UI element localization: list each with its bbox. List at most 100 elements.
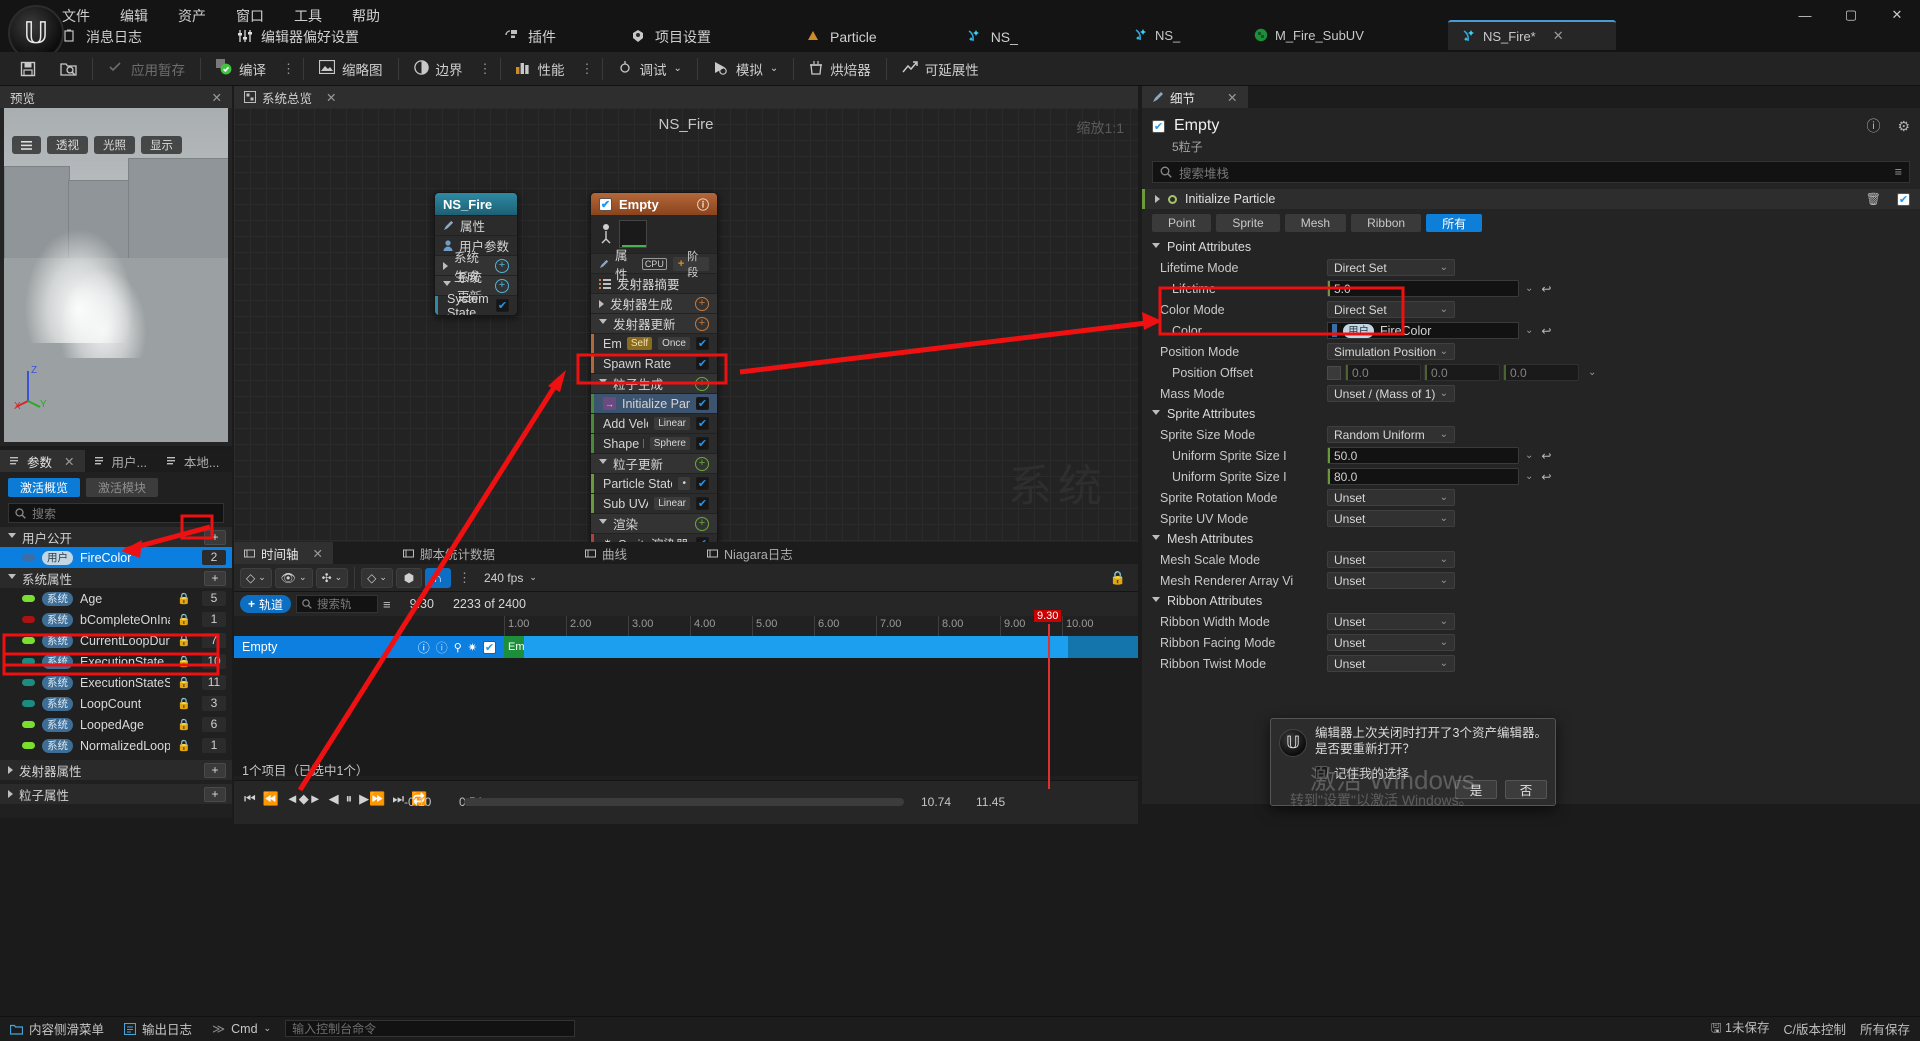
- property-select[interactable]: Simulation Position ⌄: [1327, 343, 1455, 360]
- graph-close-icon[interactable]: ✕: [326, 90, 336, 105]
- asset-tab-close-icon[interactable]: ✕: [1553, 28, 1564, 44]
- property-select[interactable]: Unset ⌄: [1327, 655, 1455, 672]
- emitter-node-row[interactable]: 发射器更新 +: [591, 313, 717, 333]
- details-object-checkbox[interactable]: ✔: [1152, 119, 1165, 133]
- details-filter-icon[interactable]: ≡: [1895, 165, 1902, 179]
- details-property-row[interactable]: Lifetime Mode Direct Set ⌄: [1142, 257, 1920, 278]
- property-select[interactable]: Direct Set ⌄: [1327, 259, 1455, 276]
- details-property-row[interactable]: Lifetime 5.0 ⌄ ↩: [1142, 278, 1920, 299]
- add-module-button[interactable]: +: [495, 258, 509, 273]
- lock-toggle-button[interactable]: ⬢: [395, 567, 422, 588]
- module-enabled-checkbox[interactable]: ✔: [696, 357, 709, 370]
- fps-selector[interactable]: 240 fps ⌄: [479, 568, 542, 588]
- track-info-icon[interactable]: ⓘ: [418, 639, 430, 656]
- track-clip-start[interactable]: Emp: [504, 636, 524, 658]
- parameter-row[interactable]: 系统 bCompleteOnInacti 🔒 1: [0, 609, 232, 630]
- timeline-tab-2[interactable]: 曲线: [575, 542, 637, 564]
- emitter-node-row[interactable]: ✷Sprite渲染器✔: [591, 533, 717, 542]
- parameters-button-0[interactable]: 激活概览: [8, 478, 81, 497]
- row-expand-icon[interactable]: [599, 319, 607, 328]
- save-button[interactable]: [8, 52, 48, 86]
- timeline-tab-3[interactable]: Niagara日志: [697, 542, 803, 564]
- section-expand-icon[interactable]: [1152, 534, 1160, 544]
- details-mode-point[interactable]: Point: [1152, 214, 1212, 232]
- property-vector-field[interactable]: 0.0: [1503, 364, 1579, 381]
- console-command-input[interactable]: 输入控制台命令: [285, 1020, 576, 1037]
- parameters-search-input[interactable]: 搜索: [8, 503, 224, 523]
- parameters-footer-group[interactable]: 粒子属性 +: [0, 784, 232, 804]
- property-select[interactable]: Unset ⌄: [1327, 634, 1455, 651]
- group-expand-icon[interactable]: [8, 573, 16, 583]
- toolbar-debug-button[interactable]: 调试 ⌄: [606, 52, 694, 86]
- system-overview-tab[interactable]: 系统总览 ✕: [234, 86, 1138, 108]
- module-delete-icon[interactable]: 🗑: [1866, 192, 1881, 206]
- property-vector-field[interactable]: 0.0: [1345, 364, 1421, 381]
- add-module-button[interactable]: +: [695, 456, 709, 471]
- parameters-tab-close-icon[interactable]: ✕: [64, 454, 74, 469]
- details-section-header[interactable]: Ribbon Attributes: [1142, 591, 1920, 611]
- vector-enable-checkbox[interactable]: [1327, 365, 1341, 380]
- details-property-row[interactable]: Uniform Sprite Size I 50.0 ⌄ ↩: [1142, 445, 1920, 466]
- details-mode-所有[interactable]: 所有: [1426, 214, 1483, 232]
- chevron-down-icon[interactable]: ⌄: [1525, 283, 1533, 294]
- add-module-button[interactable]: +: [695, 296, 709, 311]
- track-clip-tail[interactable]: [1068, 636, 1138, 658]
- parameters-tab-1[interactable]: 用户...: [85, 450, 157, 472]
- property-vector-field[interactable]: 0.0: [1424, 364, 1500, 381]
- add-module-button[interactable]: +: [695, 516, 709, 531]
- parameter-row[interactable]: 系统 LoopCount 🔒 3: [0, 693, 232, 714]
- details-property-row[interactable]: Color 用户 FireColor ⌄ ↩: [1142, 320, 1920, 341]
- add-parameter-button[interactable]: +: [204, 570, 226, 586]
- add-parameter-button[interactable]: +: [204, 529, 226, 545]
- track-search-input[interactable]: 搜索轨: [296, 595, 379, 613]
- row-expand-icon[interactable]: [443, 281, 451, 290]
- chevron-down-icon[interactable]: ⌄: [1525, 471, 1533, 482]
- property-select[interactable]: Direct Set ⌄: [1327, 301, 1455, 318]
- module-enabled-checkbox[interactable]: ✔: [696, 477, 709, 490]
- details-property-row[interactable]: Position Offset 0.0 0.0 0.0 ⌄: [1142, 362, 1920, 383]
- output-log-button[interactable]: 输出日志: [114, 1017, 202, 1041]
- play-button[interactable]: ▶⏩: [359, 791, 385, 807]
- graph-canvas[interactable]: NS_Fire 缩放1:1 系统 NS_Fire 属性 用户参数 系统生成 + 系统更新…: [234, 108, 1138, 542]
- chevron-down-icon[interactable]: ⌄: [1588, 367, 1596, 378]
- group-expand-icon[interactable]: [8, 532, 16, 542]
- track-filter-icon[interactable]: ≡: [383, 597, 391, 612]
- emitter-node[interactable]: ✔ Empty ⓘ 属性 CPU + 阶段 发射器摘要 发射器生成 + 发射器更…: [590, 192, 718, 542]
- details-mode-ribbon[interactable]: Ribbon: [1351, 214, 1422, 232]
- footer-expand-icon[interactable]: [8, 766, 13, 774]
- cmd-selector[interactable]: ≫ Cmd ⌄: [202, 1017, 281, 1041]
- parameters-button-1[interactable]: 激活模块: [86, 478, 159, 497]
- popup-no-button[interactable]: 否: [1505, 780, 1547, 799]
- preview-chip-0[interactable]: 透视: [47, 136, 88, 154]
- shape-button[interactable]: ◇ ⌄: [361, 567, 393, 588]
- emitter-enabled-checkbox[interactable]: ✔: [599, 197, 612, 211]
- play-reverse-button[interactable]: ◀: [329, 791, 339, 807]
- module-expand-icon[interactable]: [1155, 195, 1160, 203]
- jump-to-start-button[interactable]: ⏮: [244, 791, 256, 807]
- key-type-button[interactable]: ◇ ⌄: [240, 567, 272, 588]
- details-section-header[interactable]: Mesh Attributes: [1142, 529, 1920, 549]
- details-property-row[interactable]: Mass Mode Unset / (Mass of 1) ⌄: [1142, 383, 1920, 404]
- details-info-icon[interactable]: ⓘ: [1866, 116, 1880, 136]
- details-property-row[interactable]: Position Mode Simulation Position ⌄: [1142, 341, 1920, 362]
- emitter-node-row[interactable]: Shape Location Sphere ✔: [591, 433, 717, 453]
- unsaved-status[interactable]: 🖫 1未保存: [1711, 1017, 1770, 1040]
- property-select[interactable]: Unset ⌄: [1327, 572, 1455, 589]
- revert-icon[interactable]: ↩: [1541, 324, 1551, 338]
- module-enabled-checkbox[interactable]: ✔: [696, 397, 709, 410]
- details-property-row[interactable]: Ribbon Twist Mode Unset ⌄: [1142, 653, 1920, 674]
- details-property-row[interactable]: Uniform Sprite Size I 80.0 ⌄ ↩: [1142, 466, 1920, 487]
- emitter-node-row[interactable]: Particle State • ✔: [591, 473, 717, 493]
- add-attribute-button[interactable]: +: [204, 786, 226, 802]
- track-person-icon[interactable]: ⚲: [454, 641, 462, 654]
- emitter-thumbnail[interactable]: [619, 220, 647, 248]
- version-control-status[interactable]: C/版本控制: [1783, 1019, 1846, 1038]
- toolbar-baker-button[interactable]: 烘焙器: [797, 52, 883, 86]
- track-enabled-checkbox[interactable]: ✔: [483, 640, 496, 654]
- parameter-row[interactable]: 用户 FireColor 2: [0, 547, 232, 568]
- parameter-row[interactable]: 系统 ExecutionStateSou 🔒 11: [0, 672, 232, 693]
- toolbar-scalability-button[interactable]: 可延展性: [890, 52, 991, 86]
- emitter-node-row[interactable]: 粒子生成 +: [591, 373, 717, 393]
- row-expand-icon[interactable]: [599, 299, 604, 308]
- popup-remember-choice[interactable]: 记住我的选择: [1315, 763, 1409, 782]
